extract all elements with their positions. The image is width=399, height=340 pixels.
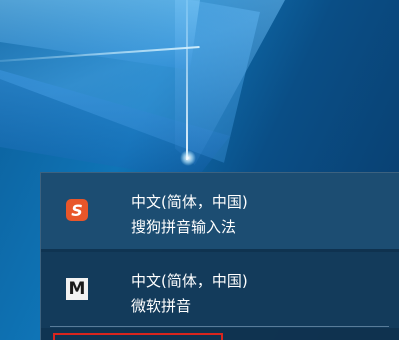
ime-language-label: 中文(简体，中国) xyxy=(131,272,248,290)
ime-language-label: 中文(简体，中国) xyxy=(131,193,248,211)
input-method-flyout: S 中文(简体，中国) 搜狗拼音输入法 M 中文(简体，中国) 微软拼音 xyxy=(40,172,399,340)
microsoft-m-glyph: M xyxy=(66,278,88,300)
wallpaper-light-beam xyxy=(175,0,285,165)
red-highlight-box xyxy=(53,333,223,340)
microsoft-m-icon: M xyxy=(65,277,89,301)
wallpaper-light-beam xyxy=(0,70,230,180)
ime-item-microsoft-pinyin[interactable]: M 中文(简体，中国) 微软拼音 xyxy=(41,252,399,328)
wallpaper-glow-line xyxy=(186,0,188,160)
desktop-background: S 中文(简体，中国) 搜狗拼音输入法 M 中文(简体，中国) 微软拼音 xyxy=(0,0,399,340)
ime-item-sogou[interactable]: S 中文(简体，中国) 搜狗拼音输入法 xyxy=(41,173,399,249)
wallpaper-flare xyxy=(180,150,196,166)
sogou-s-icon: S xyxy=(65,198,89,222)
ime-name-label: 微软拼音 xyxy=(131,297,192,315)
ime-name-label: 搜狗拼音输入法 xyxy=(131,218,237,236)
sogou-logo-glyph: S xyxy=(66,199,88,221)
flyout-divider xyxy=(50,326,389,327)
wallpaper-glow-line xyxy=(0,46,200,62)
